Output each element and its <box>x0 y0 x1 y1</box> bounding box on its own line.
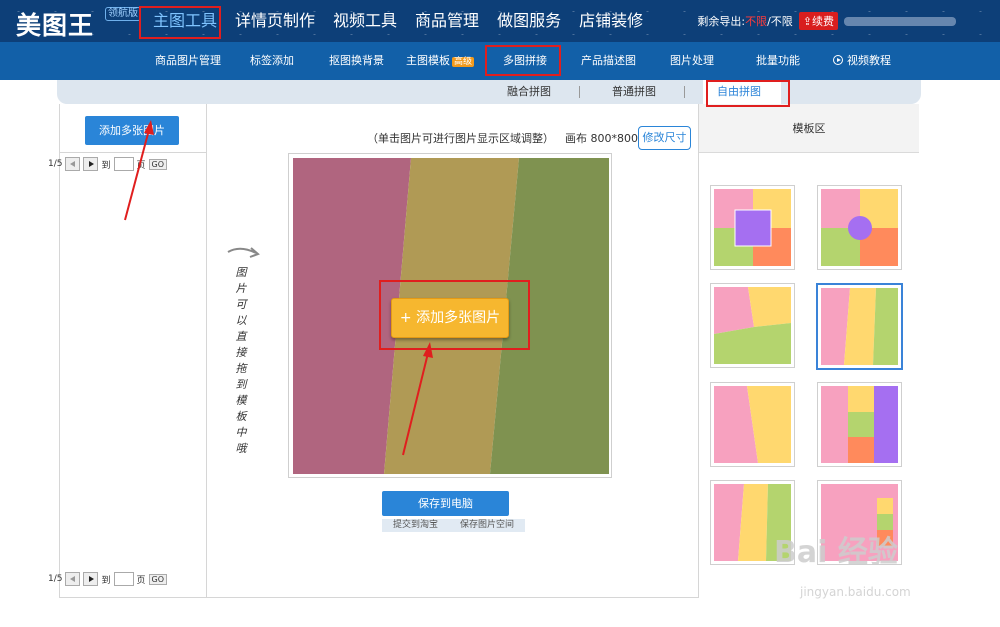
tab-divider <box>684 86 685 98</box>
app-window: 美图王 领航版 主图工具 详情页制作 视频工具 商品管理 做图服务 店铺装修 剩… <box>0 0 1000 627</box>
prev-page-button[interactable] <box>65 157 81 171</box>
watermark-url: jingyan.baidu.com <box>800 585 911 599</box>
top-bar: 美图王 领航版 主图工具 详情页制作 视频工具 商品管理 做图服务 店铺装修 剩… <box>0 0 1000 42</box>
main-nav-item-design-service[interactable]: 做图服务 <box>488 0 570 42</box>
next-page-button[interactable] <box>83 572 99 586</box>
template-preview <box>714 386 791 463</box>
template-thumbnail[interactable] <box>710 283 795 368</box>
sub-nav-item-batch[interactable]: 批量功能 <box>756 42 800 80</box>
goto-label: 到 <box>101 160 111 171</box>
drag-hint-arrow-icon <box>227 247 260 258</box>
template-pager-bottom: 1/5 到 页 GO <box>48 572 168 586</box>
page-number-input[interactable] <box>113 572 134 586</box>
tab-blend-collage[interactable]: 融合拼图 <box>507 80 551 104</box>
template-preview <box>714 287 791 364</box>
logo: 美图王 <box>16 11 95 40</box>
page-indicator: 1/5 <box>48 574 63 584</box>
template-pager-top: 1/5 到 页 GO <box>48 157 168 171</box>
account-area: 剩余导出: 不限 /不限 ⇪续费 <box>697 0 956 42</box>
sub-nav-item-label: 主图模板 <box>406 54 450 67</box>
divider <box>59 152 207 153</box>
submit-to-taobao-link[interactable]: 提交到淘宝 <box>393 519 438 532</box>
sub-nav-item-cutout-background[interactable]: 抠图换背景 <box>329 42 384 80</box>
watermark-logo: Bai 经验 <box>774 535 898 570</box>
template-thumbnail[interactable] <box>710 185 795 270</box>
play-circle-icon <box>833 55 843 65</box>
renew-icon: ⇪ <box>802 15 812 28</box>
add-images-button[interactable]: 添加多张图片 <box>85 116 179 145</box>
main-nav-item-main-image-tools[interactable]: 主图工具 <box>144 0 226 42</box>
main-nav-item-detail-page[interactable]: 详情页制作 <box>226 0 324 42</box>
tab-normal-collage[interactable]: 普通拼图 <box>612 80 656 104</box>
left-image-panel: 添加多张图片 <box>59 104 207 598</box>
export-remaining-label: 剩余导出: <box>697 15 746 28</box>
canvas-hint: （单击图片可进行图片显示区域调整） <box>367 132 554 145</box>
save-to-image-space-link[interactable]: 保存图片空间 <box>460 519 514 532</box>
main-nav-item-video-tools[interactable]: 视频工具 <box>324 0 406 42</box>
username-blurred <box>844 16 956 26</box>
page-indicator: 1/5 <box>48 159 63 169</box>
export-remaining-value: 不限 <box>745 15 768 28</box>
sub-nav-item-multi-image-collage[interactable]: 多图拼接 <box>503 42 547 80</box>
sub-nav-item-main-templates[interactable]: 主图模板 高级 <box>406 42 475 81</box>
template-panel-title: 模板区 <box>699 104 919 153</box>
resize-canvas-button[interactable]: 修改尺寸 <box>638 126 691 150</box>
sub-nav-item-label: 视频教程 <box>847 54 891 67</box>
template-preview <box>821 288 898 365</box>
template-thumbnail[interactable] <box>817 382 902 467</box>
go-button[interactable]: GO <box>148 158 168 170</box>
renew-label: 续费 <box>812 15 834 28</box>
drag-hint-text: 图片可以直接拖到模板中哦 <box>235 266 247 455</box>
page-unit-label: 页 <box>136 160 146 171</box>
main-nav-item-store-decoration[interactable]: 店铺装修 <box>570 0 652 42</box>
advanced-badge: 高级 <box>452 57 475 67</box>
canvas-size-label: 画布 800*800 <box>565 132 638 145</box>
next-page-button[interactable] <box>83 157 99 171</box>
save-to-computer-button[interactable]: 保存到电脑 <box>382 491 509 516</box>
export-links: 提交到淘宝 保存图片空间 <box>382 519 525 532</box>
export-total-value: /不限 <box>767 15 793 28</box>
prev-page-button[interactable] <box>65 572 81 586</box>
template-thumbnail[interactable] <box>710 382 795 467</box>
sub-nav-item-product-description[interactable]: 产品描述图 <box>581 42 636 80</box>
template-preview <box>821 386 898 463</box>
collage-mode-tabs: 融合拼图 普通拼图 自由拼图 <box>57 80 921 104</box>
add-multiple-images-button[interactable]: + 添加多张图片 <box>391 298 509 338</box>
template-preview <box>821 189 898 266</box>
tab-free-collage[interactable]: 自由拼图 <box>703 80 781 104</box>
main-nav: 主图工具 详情页制作 视频工具 商品管理 做图服务 店铺装修 <box>144 0 652 42</box>
page-number-input[interactable] <box>113 157 134 171</box>
template-thumbnail[interactable] <box>817 185 902 270</box>
template-thumbnail-selected[interactable] <box>816 283 903 370</box>
goto-label: 到 <box>101 575 111 586</box>
page-unit-label: 页 <box>136 575 146 586</box>
tab-divider <box>579 86 580 98</box>
sub-nav-item-product-images[interactable]: 商品图片管理 <box>155 42 221 80</box>
go-button[interactable]: GO <box>148 573 168 585</box>
edition-badge: 领航版 <box>105 7 141 21</box>
sub-nav-item-image-processing[interactable]: 图片处理 <box>670 42 714 80</box>
main-nav-item-product-management[interactable]: 商品管理 <box>406 0 488 42</box>
sub-nav-item-add-tags[interactable]: 标签添加 <box>250 42 294 80</box>
sub-nav-item-video-tutorial[interactable]: 视频教程 <box>833 42 891 80</box>
template-preview <box>714 189 791 266</box>
sub-nav: 商品图片管理 标签添加 抠图换背景 主图模板 高级 多图拼接 产品描述图 图片处理… <box>0 42 1000 80</box>
renew-button[interactable]: ⇪续费 <box>798 12 838 30</box>
